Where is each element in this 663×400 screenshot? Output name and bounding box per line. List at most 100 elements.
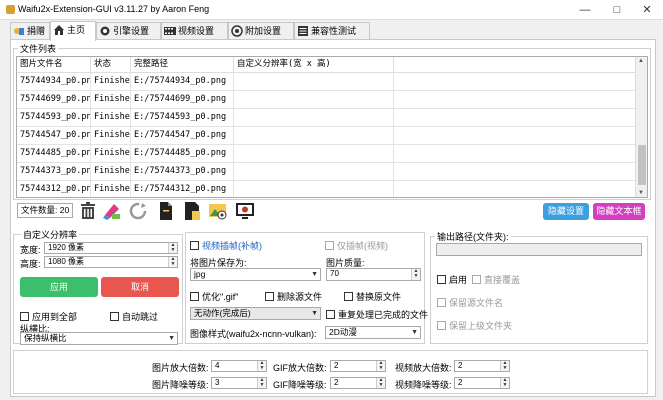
image-style-select[interactable]: 2D动漫 ▼ [325, 326, 421, 339]
checkbox-box[interactable] [190, 241, 199, 250]
minimize-icon[interactable]: — [570, 2, 600, 18]
tab-donate[interactable]: 捐赠 [10, 22, 50, 40]
img-denoise-spinbox[interactable]: 3 ▲ ▼ [211, 377, 267, 389]
table-scrollbar[interactable]: ▲ ▼ [635, 57, 647, 197]
quality-spinbox[interactable]: 70 ▲ ▼ [326, 268, 421, 281]
table-row[interactable]: 75744934_p0.png Finished E:/75744934_p0.pn… [17, 73, 637, 91]
keep-parent-folder-checkbox[interactable]: 保留上级文件夹 [437, 319, 512, 332]
output-path-input[interactable] [436, 243, 642, 256]
table-row[interactable]: 75744485_p0.png Finished E:/75744485_p0.pn… [17, 145, 637, 163]
tab-home[interactable]: 主页 [50, 21, 96, 41]
gif-scale-spinbox[interactable]: 2 ▲ ▼ [330, 360, 386, 372]
table-header: 图片文件名 状态 完整路径 自定义分辨率(宽 x 高) [17, 57, 637, 73]
column-header[interactable]: 图片文件名 [17, 57, 91, 73]
spin-arrows-icon[interactable]: ▲ ▼ [168, 257, 177, 267]
width-spinbox[interactable]: 1920 像素 ▲ ▼ [44, 242, 178, 254]
column-header[interactable]: 状态 [91, 57, 131, 73]
settings-icon [231, 25, 243, 37]
keep-filename-checkbox[interactable]: 保留源文件名 [437, 296, 503, 309]
spin-arrows-icon[interactable]: ▲ ▼ [376, 361, 385, 371]
direct-overwrite-checkbox[interactable]: 直接覆盖 [472, 273, 520, 286]
replace-source-checkbox[interactable]: 替换原文件 [344, 290, 401, 303]
save-file-icon[interactable] [182, 201, 202, 221]
select-value: 保持纵横比 [24, 333, 67, 343]
table-cell: 75744593_p0.png [17, 109, 91, 127]
tab-video-settings[interactable]: 视频设置 [161, 22, 228, 40]
checkbox-box[interactable] [437, 321, 446, 330]
reprocess-checkbox[interactable]: 重复处理已完成的文件 [326, 308, 428, 321]
file-list-title: 文件列表 [18, 42, 59, 55]
checkbox-box[interactable] [437, 275, 446, 284]
monitor-icon[interactable] [235, 201, 255, 221]
spin-arrows-icon[interactable]: ▲ ▼ [376, 378, 385, 388]
table-row[interactable]: 75744593_p0.png Finished E:/75744593_p0.pn… [17, 109, 637, 127]
refresh-icon[interactable] [128, 201, 148, 221]
table-cell [234, 73, 394, 91]
checkbox-box[interactable] [265, 292, 274, 301]
close-icon[interactable]: ✕ [632, 2, 662, 18]
table-cell: 75744312_p0.png [17, 181, 91, 197]
file-icon[interactable] [156, 201, 176, 221]
custom-resolution-title: 自定义分辨率 [21, 228, 80, 241]
after-action-select[interactable]: 无动作(完成后) ▼ [190, 307, 321, 320]
img-scale-spinbox[interactable]: 4 ▲ ▼ [211, 360, 267, 372]
height-value: 1080 像素 [48, 257, 85, 266]
spin-value: 70 [330, 269, 339, 278]
image-icon[interactable] [208, 201, 228, 221]
scroll-up-icon[interactable]: ▲ [638, 58, 644, 64]
table-cell: Finished [91, 109, 131, 127]
spin-arrows-icon[interactable]: ▲ ▼ [168, 243, 177, 253]
vid-scale-spinbox[interactable]: 2 ▲ ▼ [454, 360, 510, 372]
scroll-down-icon[interactable]: ▼ [638, 190, 644, 196]
table-row[interactable]: 75744547_p0.png Finished E:/75744547_p0.pn… [17, 127, 637, 145]
spin-arrows-icon[interactable]: ▲ ▼ [500, 361, 509, 371]
checkbox-box[interactable] [437, 298, 446, 307]
file-table[interactable]: 图片文件名 状态 完整路径 自定义分辨率(宽 x 高) 75744934_p0.… [16, 56, 648, 198]
table-cell: Finished [91, 91, 131, 109]
cancel-button[interactable]: 取消 [101, 277, 179, 297]
checkbox-box[interactable] [20, 312, 29, 321]
height-spinbox[interactable]: 1080 像素 ▲ ▼ [44, 256, 178, 268]
delete-source-checkbox[interactable]: 删除源文件 [265, 290, 322, 303]
checkbox-box[interactable] [326, 310, 335, 319]
enable-checkbox[interactable]: 启用 [437, 273, 467, 286]
checkbox-box[interactable] [110, 312, 119, 321]
tab-label: 主页 [67, 25, 86, 35]
apply-button[interactable]: 应用 [20, 277, 98, 297]
column-header[interactable]: 完整路径 [131, 57, 234, 73]
spin-arrows-icon[interactable]: ▲ ▼ [411, 269, 420, 280]
table-row[interactable]: 75744699_p0.png Finished E:/75744699_p0.pn… [17, 91, 637, 109]
tab-additional-settings[interactable]: 附加设置 [228, 22, 294, 40]
save-format-select[interactable]: jpg ▼ [190, 268, 321, 281]
optimize-gif-checkbox[interactable]: 优化".gif" [190, 290, 238, 303]
checkbox-box[interactable] [344, 292, 353, 301]
tab-compatibility-test[interactable]: 兼容性测试 [294, 22, 370, 40]
checkbox-box[interactable] [325, 241, 334, 250]
table-row[interactable]: 75744373_p0.png Finished E:/75744373_p0.pn… [17, 163, 637, 181]
interp-only-checkbox[interactable]: 仅插帧(视频) [325, 239, 388, 252]
spin-arrows-icon[interactable]: ▲ ▼ [500, 378, 509, 388]
tab-engine-settings[interactable]: 引擎设置 [96, 22, 161, 40]
hide-settings-button[interactable]: 隐藏设置 [543, 203, 589, 220]
spin-arrows-icon[interactable]: ▲ ▼ [257, 361, 266, 371]
auto-skip-checkbox[interactable]: 自动跳过 [110, 310, 158, 323]
select-value: jpg [194, 269, 206, 279]
column-header[interactable]: 自定义分辨率(宽 x 高) [234, 57, 394, 73]
vid-denoise-spinbox[interactable]: 2 ▲ ▼ [454, 377, 510, 389]
gif-denoise-spinbox[interactable]: 2 ▲ ▼ [330, 377, 386, 389]
checkbox-box[interactable] [190, 292, 199, 301]
trash-icon[interactable] [78, 201, 98, 221]
checkbox-box[interactable] [472, 275, 481, 284]
aspect-ratio-select[interactable]: 保持纵横比 ▼ [20, 332, 178, 345]
clear-list-icon[interactable] [102, 201, 122, 221]
video-frame-interp-checkbox[interactable]: 视频插帧(补帧) [190, 239, 262, 252]
spin-arrows-icon[interactable]: ▲ ▼ [257, 378, 266, 388]
maximize-icon[interactable]: □ [602, 2, 632, 18]
donate-icon [14, 28, 24, 35]
spin-value: 2 [458, 378, 463, 387]
spin-value: 4 [215, 361, 220, 370]
hide-text-box-button[interactable]: 隐藏文本框 [593, 203, 645, 220]
table-row[interactable]: 75744312_p0.png Finished E:/75744312_p0.pn… [17, 181, 637, 197]
scroll-thumb[interactable] [638, 145, 646, 185]
select-value: 无动作(完成后) [194, 308, 251, 318]
